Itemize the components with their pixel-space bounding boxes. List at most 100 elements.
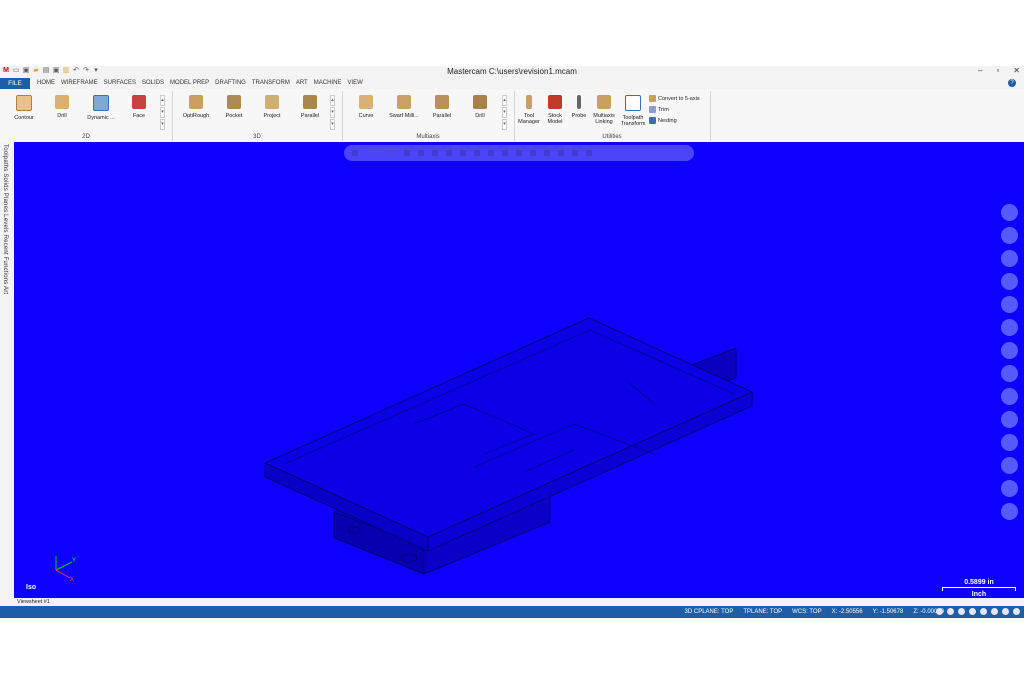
- gallery-scroll-3d[interactable]: ▴ ▾ ▾: [330, 95, 335, 130]
- cursor2-icon[interactable]: [516, 150, 523, 156]
- chain-icon[interactable]: [460, 150, 467, 156]
- color-icon[interactable]: [1001, 365, 1018, 382]
- view-quick-toolbar: AutoCursor: [344, 145, 694, 161]
- shade-icon[interactable]: [1001, 434, 1018, 451]
- curve-icon: [359, 95, 373, 109]
- tab-wireframe[interactable]: WIREFRAME: [58, 78, 101, 89]
- hide-icon[interactable]: [1001, 503, 1018, 520]
- edges-icon[interactable]: [1013, 608, 1020, 615]
- snap-icon[interactable]: [404, 150, 411, 156]
- shaded-icon[interactable]: [958, 608, 965, 615]
- trim-button[interactable]: Trim: [649, 106, 669, 113]
- axis-triad-icon: Y X: [55, 556, 76, 582]
- contour-button[interactable]: Contour: [8, 95, 40, 121]
- manager-tabs: Toolpaths Solids Planes Levels Recent Fu…: [0, 142, 15, 602]
- convert-5-axis-button[interactable]: Convert to 5-axis: [649, 95, 700, 102]
- display-icon[interactable]: [991, 608, 998, 615]
- box-select-icon[interactable]: [446, 150, 453, 156]
- flag-icon[interactable]: [1001, 388, 1018, 405]
- stack-icon[interactable]: [1001, 457, 1018, 474]
- analyze-icon[interactable]: [1001, 227, 1018, 244]
- tab-art[interactable]: ART: [293, 78, 311, 89]
- title-bar: M ▭ ▣ ▰ ▤ ▣ ▥ ↶ ↷ ▾ Mastercam C:\users\r…: [0, 66, 1024, 78]
- trim-label: Trim: [658, 106, 669, 113]
- tab-surfaces[interactable]: SURFACES: [101, 78, 139, 89]
- search-icon[interactable]: [586, 150, 593, 156]
- vector-icon[interactable]: [502, 150, 509, 156]
- drill-2d-label: Drill: [57, 113, 67, 119]
- grid-icon[interactable]: [544, 150, 551, 156]
- point-icon[interactable]: [418, 150, 425, 156]
- multiaxis-linking-button[interactable]: Multiaxis Linking: [590, 95, 618, 125]
- status-tplane[interactable]: TPLANE: TOP: [743, 606, 782, 618]
- nesting-button[interactable]: Nesting: [649, 117, 677, 124]
- status-wcs[interactable]: WCS: TOP: [792, 606, 821, 618]
- tab-model-prep[interactable]: MODEL PREP: [167, 78, 212, 89]
- tab-solids[interactable]: SOLIDS: [139, 78, 167, 89]
- drill-2d-button[interactable]: Drill: [46, 95, 78, 119]
- file-tab[interactable]: FILE: [0, 78, 30, 89]
- fit-icon[interactable]: [1001, 319, 1018, 336]
- link-icon[interactable]: [1001, 342, 1018, 359]
- viewsheet-tab[interactable]: Viewsheet #1: [14, 598, 1024, 606]
- restore-button[interactable]: ▫: [996, 66, 999, 75]
- circle-icon[interactable]: [1001, 250, 1018, 267]
- pocket-icon: [227, 95, 241, 109]
- mastercam-window: M ▭ ▣ ▰ ▤ ▣ ▥ ↶ ↷ ▾ Mastercam C:\users\r…: [0, 66, 1024, 619]
- delete-icon[interactable]: [1001, 273, 1018, 290]
- zoom-icon[interactable]: [1001, 204, 1018, 221]
- optirough-button[interactable]: OptiRough: [180, 95, 212, 119]
- autocursor-dropdown[interactable]: AutoCursor: [366, 150, 396, 156]
- tab-view[interactable]: VIEW: [344, 78, 365, 89]
- window-icon[interactable]: [474, 150, 481, 156]
- tab-transform[interactable]: TRANSFORM: [249, 78, 293, 89]
- tab-home[interactable]: HOME: [34, 78, 58, 89]
- gallery-scroll-multiaxis[interactable]: ▴ ▾ ▾: [502, 95, 507, 130]
- tool-manager-button[interactable]: Tool Manager: [516, 95, 542, 125]
- minimize-button[interactable]: –: [978, 66, 982, 75]
- curve-button[interactable]: Curve: [350, 95, 382, 119]
- project-icon: [265, 95, 279, 109]
- tab-drafting[interactable]: DRAFTING: [212, 78, 249, 89]
- close-button[interactable]: ✕: [1013, 66, 1020, 75]
- project-button[interactable]: Project: [256, 95, 288, 119]
- probe-button[interactable]: Probe: [566, 95, 592, 119]
- lights-icon[interactable]: [1002, 608, 1009, 615]
- group-label-utilities: Utilities: [602, 134, 622, 140]
- status-cplane[interactable]: 3D CPLANE: TOP: [685, 606, 734, 618]
- svg-text:X: X: [70, 577, 74, 582]
- part-model: [264, 317, 753, 575]
- layers-icon[interactable]: [1001, 411, 1018, 428]
- curve-label: Curve: [358, 113, 374, 119]
- help-button[interactable]: ?: [1008, 79, 1016, 87]
- graphics-viewport[interactable]: AutoCursor Y X Iso 0.5899 in Inch: [14, 142, 1024, 598]
- drill-multiaxis-button[interactable]: Drill: [464, 95, 496, 119]
- status-y: Y: -1.50678: [872, 609, 904, 615]
- select-icon[interactable]: [352, 150, 358, 156]
- sphere-icon[interactable]: [947, 608, 954, 615]
- swarf-icon: [397, 95, 411, 109]
- dynamic-button[interactable]: Dynamic ...: [85, 95, 117, 121]
- gallery-scroll-2d[interactable]: ▴ ▾ ▾: [160, 95, 165, 130]
- swarf-milling-button[interactable]: Swarf Milli...: [388, 95, 420, 119]
- stock-model-button[interactable]: Stock Model: [542, 95, 568, 125]
- settings-icon[interactable]: [1001, 480, 1018, 497]
- face-button[interactable]: Face: [123, 95, 155, 119]
- globe-icon[interactable]: [936, 608, 943, 615]
- drill-multiaxis-icon: [473, 95, 487, 109]
- refresh-icon[interactable]: [572, 150, 579, 156]
- parallel-multiaxis-button[interactable]: Parallel: [426, 95, 458, 119]
- tab-machine[interactable]: MACHINE: [311, 78, 345, 89]
- parallel-3d-button[interactable]: Parallel: [294, 95, 326, 119]
- area-icon[interactable]: [488, 150, 495, 156]
- parallel-3d-label: Parallel: [300, 113, 320, 119]
- toolpath-transform-button[interactable]: Toolpath Transform: [618, 95, 648, 127]
- manager-tab-labels[interactable]: Toolpaths Solids Planes Levels Recent Fu…: [2, 144, 8, 294]
- translucent-icon[interactable]: [980, 608, 987, 615]
- pocket-button[interactable]: Pocket: [218, 95, 250, 119]
- wireframe-icon[interactable]: [969, 608, 976, 615]
- move-icon[interactable]: [1001, 296, 1018, 313]
- cursor-icon[interactable]: [432, 150, 439, 156]
- mask-icon[interactable]: [530, 150, 537, 156]
- verify-icon[interactable]: [558, 150, 565, 156]
